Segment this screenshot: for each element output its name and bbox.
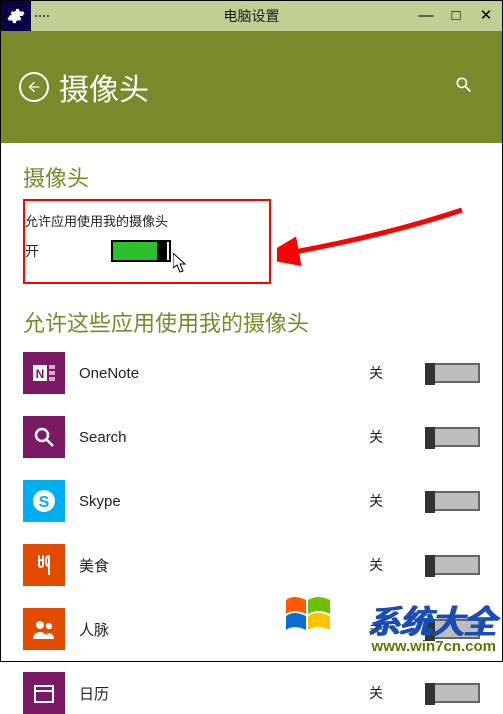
camera-toggle-state: 开 (25, 241, 95, 261)
app-row: 日历关 (23, 672, 480, 714)
app-row: S Skype关 (23, 480, 480, 522)
app-toggle-state: 关 (369, 683, 425, 703)
app-icon: N (23, 352, 65, 394)
maximize-button[interactable]: □ (446, 1, 466, 31)
app-row: 人脉关 (23, 608, 480, 650)
app-row: N OneNote关 (23, 352, 480, 394)
app-toggle-state: 关 (369, 427, 425, 447)
highlighted-region: 允许应用使用我的摄像头 开 (23, 199, 271, 284)
app-icon (23, 416, 65, 458)
search-button[interactable] (454, 75, 474, 100)
app-name-label: 人脉 (79, 619, 369, 640)
app-toggle-state: 关 (369, 491, 425, 511)
app-toggle[interactable] (425, 427, 480, 447)
window-title: 电脑设置 (224, 6, 280, 26)
app-name-label: Search (79, 429, 369, 446)
apps-section-title: 允许这些应用使用我的摄像头 (23, 306, 480, 338)
camera-section-title: 摄像头 (23, 161, 480, 193)
app-toggle-state: 关 (369, 363, 425, 383)
page-header: 摄像头 (1, 31, 502, 143)
camera-master-toggle[interactable] (111, 240, 171, 262)
app-list: NOneNote关Search关SSkype关美食关人脉关日历关 (23, 352, 480, 714)
app-icon (23, 608, 65, 650)
app-toggle[interactable] (425, 363, 480, 383)
allow-camera-label: 允许应用使用我的摄像头 (25, 211, 259, 230)
app-toggle-state: 关 (369, 619, 425, 639)
app-toggle-state: 关 (369, 555, 425, 575)
app-name-label: 美食 (79, 555, 369, 576)
search-icon (454, 75, 474, 95)
arrow-left-icon (26, 79, 42, 95)
app-toggle[interactable] (425, 619, 480, 639)
title-bar: 电脑设置 — □ ✕ (1, 1, 502, 31)
app-toggle[interactable] (425, 555, 480, 575)
app-icon (23, 544, 65, 586)
app-toggle[interactable] (425, 683, 480, 703)
app-row: 美食关 (23, 544, 480, 586)
close-button[interactable]: ✕ (476, 1, 496, 31)
title-grip (35, 15, 49, 17)
gear-icon (7, 7, 25, 25)
back-button[interactable] (19, 72, 49, 102)
page-title: 摄像头 (59, 65, 149, 109)
app-icon (23, 672, 65, 714)
app-name-label: 日历 (79, 683, 369, 704)
svg-text:N: N (36, 367, 45, 381)
app-row: Search关 (23, 416, 480, 458)
settings-app-icon (1, 1, 31, 31)
app-toggle[interactable] (425, 491, 480, 511)
app-name-label: OneNote (79, 365, 369, 382)
minimize-button[interactable]: — (416, 1, 436, 31)
app-icon: S (23, 480, 65, 522)
app-name-label: Skype (79, 493, 369, 510)
svg-text:S: S (39, 494, 50, 511)
